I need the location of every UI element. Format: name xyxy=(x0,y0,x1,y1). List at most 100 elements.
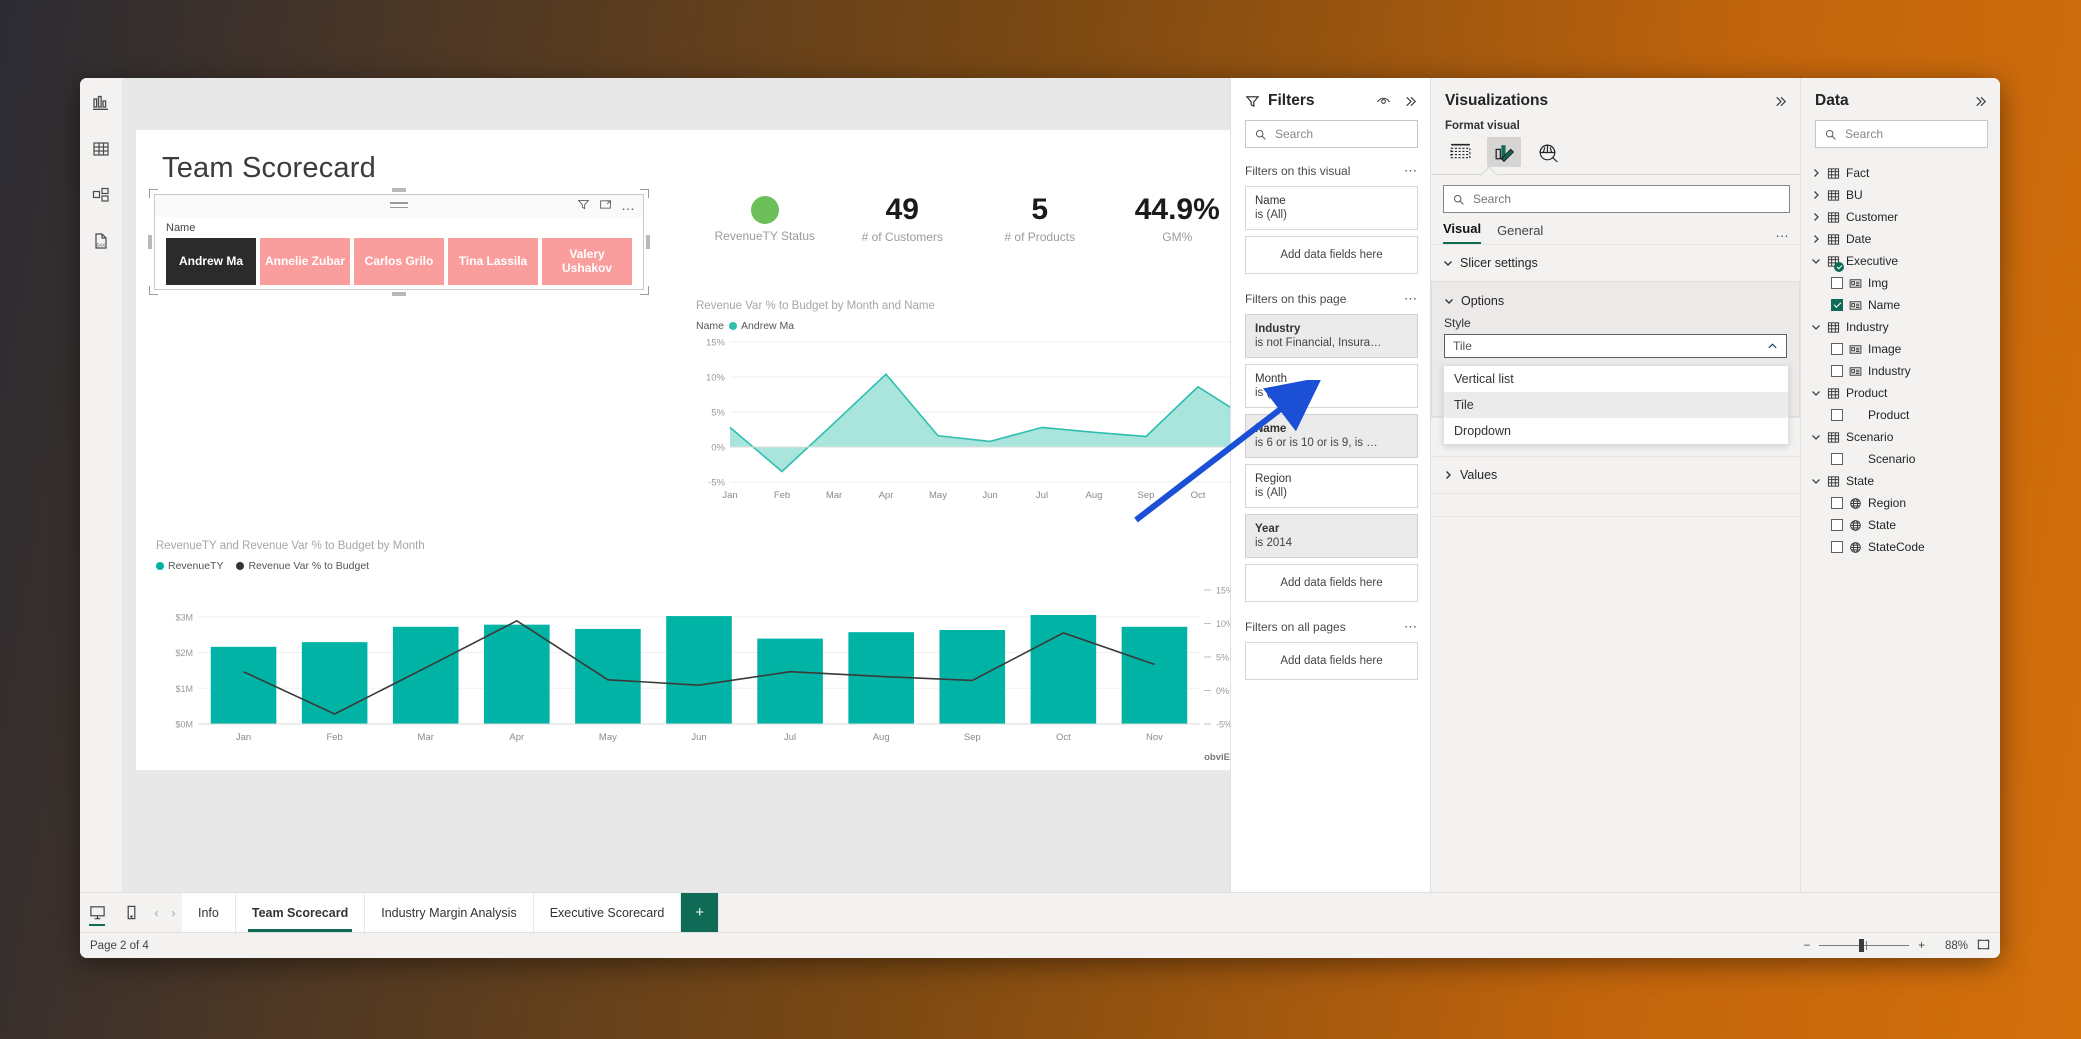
data-table-customer[interactable]: Customer xyxy=(1801,206,2000,228)
data-table-scenario[interactable]: Scenario xyxy=(1801,426,2000,448)
filter-card-month[interactable]: Month is (All) xyxy=(1245,364,1418,408)
svg-text:10%: 10% xyxy=(1216,619,1230,629)
slicer-tile-tina-lassila[interactable]: Tina Lassila xyxy=(448,238,538,285)
rail-item-report-view[interactable] xyxy=(86,88,116,118)
style-option-vertical-list[interactable]: Vertical list xyxy=(1444,366,1788,392)
section-more-icon[interactable]: ⋯ xyxy=(1404,623,1418,631)
zoom-in-button[interactable]: + xyxy=(1918,940,1925,952)
kpi-customers[interactable]: 49 # of Customers xyxy=(834,192,972,244)
tab-general[interactable]: General xyxy=(1497,223,1543,244)
zoom-slider[interactable] xyxy=(1819,945,1909,946)
filter-icon[interactable] xyxy=(577,198,590,211)
filter-dropzone-all-pages[interactable]: Add data fields here xyxy=(1245,642,1418,680)
data-field-scenario[interactable]: Scenario xyxy=(1801,448,2000,470)
style-option-dropdown[interactable]: Dropdown xyxy=(1444,418,1788,444)
analytics-icon-button[interactable] xyxy=(1531,137,1565,167)
desktop-layout-icon xyxy=(89,904,106,921)
filters-search-input[interactable]: Search xyxy=(1245,120,1418,148)
rail-item-table-view[interactable] xyxy=(86,134,116,164)
page-tab-industry-margin-analysis[interactable]: Industry Margin Analysis xyxy=(365,893,533,932)
data-table-date[interactable]: Date xyxy=(1801,228,2000,250)
slicer-tile-annelie-zubar[interactable]: Annelie Zubar xyxy=(260,238,350,285)
prev-page-button[interactable]: ‹ xyxy=(148,893,165,932)
data-field-state[interactable]: State xyxy=(1801,514,2000,536)
data-field-image[interactable]: Image xyxy=(1801,338,2000,360)
section-values[interactable]: Values xyxy=(1431,456,1800,493)
next-page-button[interactable]: › xyxy=(165,893,182,932)
field-checkbox[interactable] xyxy=(1831,277,1843,289)
field-checkbox[interactable] xyxy=(1831,497,1843,509)
area-chart-visual[interactable]: Revenue Var % to Budget by Month and Nam… xyxy=(696,300,1230,520)
filter-card-industry[interactable]: Industry is not Financial, Insura… xyxy=(1245,314,1418,358)
fit-to-page-button[interactable] xyxy=(1977,938,1990,954)
page-tab-info[interactable]: Info xyxy=(182,893,236,932)
kpi-revenuety-status[interactable]: RevenueTY Status xyxy=(696,192,834,244)
format-visual-icon xyxy=(1492,140,1517,165)
filter-card-name-page[interactable]: Name is 6 or is 10 or is 9, is … xyxy=(1245,414,1418,458)
collapse-panel-icon[interactable] xyxy=(1773,94,1788,109)
build-visual-icon-button[interactable] xyxy=(1443,137,1477,167)
data-field-region[interactable]: Region xyxy=(1801,492,2000,514)
style-dropdown[interactable]: Tile xyxy=(1444,334,1787,358)
analytics-icon xyxy=(1536,140,1561,165)
data-field-industry[interactable]: Industry xyxy=(1801,360,2000,382)
format-visual-icon-button[interactable] xyxy=(1487,137,1521,167)
format-more-icon[interactable]: … xyxy=(1775,228,1790,244)
collapse-panel-icon[interactable] xyxy=(1403,94,1418,109)
field-checkbox[interactable] xyxy=(1831,343,1843,355)
style-option-tile[interactable]: Tile xyxy=(1444,392,1788,418)
text-field-icon xyxy=(1849,343,1862,356)
drag-grip-icon[interactable] xyxy=(390,202,408,211)
add-page-button[interactable]: + xyxy=(681,893,719,932)
name-slicer-visual[interactable]: … Name Andrew Ma Annelie Zubar Carlos Gr… xyxy=(154,194,644,290)
filter-card-year[interactable]: Year is 2014 xyxy=(1245,514,1418,558)
combo-chart-visual[interactable]: RevenueTY and Revenue Var % to Budget by… xyxy=(156,540,1230,755)
visual-format-search-input[interactable]: Search xyxy=(1443,185,1790,213)
focus-mode-icon[interactable] xyxy=(599,198,612,211)
data-table-bu[interactable]: BU xyxy=(1801,184,2000,206)
field-checkbox[interactable] xyxy=(1831,519,1843,531)
data-search-input[interactable]: Search xyxy=(1815,120,1988,148)
data-table-product[interactable]: Product xyxy=(1801,382,2000,404)
page-tab-team-scorecard[interactable]: Team Scorecard xyxy=(236,893,365,932)
rail-item-model-view[interactable] xyxy=(86,180,116,210)
data-field-product[interactable]: Product xyxy=(1801,404,2000,426)
field-checkbox[interactable] xyxy=(1831,541,1843,553)
data-field-img[interactable]: Img xyxy=(1801,272,2000,294)
slicer-tile-andrew-ma[interactable]: Andrew Ma xyxy=(166,238,256,285)
filter-card-name-visual[interactable]: Name is (All) xyxy=(1245,186,1418,230)
kpi-products[interactable]: 5 # of Products xyxy=(971,192,1109,244)
filter-dropzone-page[interactable]: Add data fields here xyxy=(1245,564,1418,602)
section-slicer-settings[interactable]: Slicer settings xyxy=(1431,244,1800,281)
filter-card-region[interactable]: Region is (All) xyxy=(1245,464,1418,508)
tree-node-label: State xyxy=(1868,518,1896,532)
field-checkbox[interactable] xyxy=(1831,409,1843,421)
desktop-layout-icon-button[interactable] xyxy=(80,893,114,932)
section-more-icon[interactable]: ⋯ xyxy=(1404,295,1418,303)
eye-icon[interactable] xyxy=(1376,94,1391,109)
collapse-panel-icon[interactable] xyxy=(1973,94,1988,109)
data-field-statecode[interactable]: StateCode xyxy=(1801,536,2000,558)
field-checkbox[interactable] xyxy=(1831,453,1843,465)
section-more-icon[interactable]: ⋯ xyxy=(1404,167,1418,175)
data-table-fact[interactable]: Fact xyxy=(1801,162,2000,184)
field-checkbox[interactable] xyxy=(1831,299,1843,311)
data-table-industry[interactable]: Industry xyxy=(1801,316,2000,338)
more-options-icon[interactable]: … xyxy=(621,200,636,210)
filter-card-name: Region xyxy=(1255,473,1408,485)
data-table-executive[interactable]: Executive xyxy=(1801,250,2000,272)
kpi-gm-percent[interactable]: 44.9% GM% xyxy=(1109,192,1231,244)
page-tab-executive-scorecard[interactable]: Executive Scorecard xyxy=(534,893,682,932)
data-table-state[interactable]: State xyxy=(1801,470,2000,492)
rail-item-dax-query-view[interactable]: DAX xyxy=(86,226,116,256)
zoom-out-button[interactable]: − xyxy=(1804,940,1811,952)
options-subheader[interactable]: Options xyxy=(1432,290,1799,314)
field-checkbox[interactable] xyxy=(1831,365,1843,377)
data-field-name[interactable]: Name xyxy=(1801,294,2000,316)
slicer-tile-carlos-grilo[interactable]: Carlos Grilo xyxy=(354,238,444,285)
mobile-layout-icon-button[interactable] xyxy=(114,893,148,932)
data-panel: Data Search FactBUCustomerDateExecutiveI… xyxy=(1800,78,2000,892)
filter-dropzone-visual[interactable]: Add data fields here xyxy=(1245,236,1418,274)
slicer-tile-valery-ushakov[interactable]: Valery Ushakov xyxy=(542,238,632,285)
tab-visual[interactable]: Visual xyxy=(1443,221,1481,244)
